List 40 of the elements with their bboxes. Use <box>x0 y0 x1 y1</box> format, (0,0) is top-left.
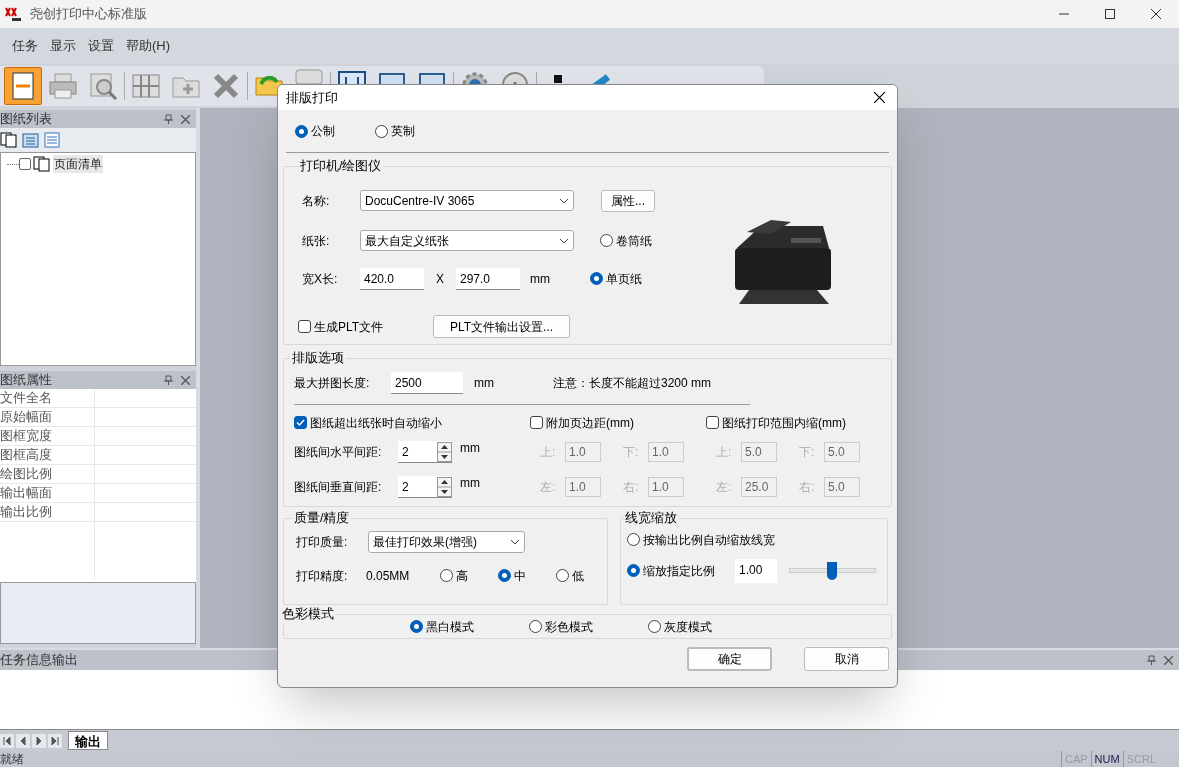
property-name: 图框高度 <box>0 446 95 464</box>
field-label: 左: <box>540 479 557 497</box>
field-label: 下: <box>623 444 640 462</box>
unit-label: mm <box>460 475 480 493</box>
unit-label: mm <box>460 440 480 458</box>
property-name: 输出幅面 <box>0 484 95 502</box>
status-text: 就绪 <box>0 751 24 767</box>
group-title: 质量/精度 <box>293 510 351 527</box>
field-label: 下: <box>799 444 816 462</box>
field-label: 图纸间垂直间距: <box>294 479 383 497</box>
property-name: 输出比例 <box>0 503 95 521</box>
note-text: 注意：长度不能超过3200 mm <box>553 374 712 392</box>
unit-label: mm <box>474 374 495 392</box>
field-label: 最大拼图长度: <box>294 374 371 392</box>
window-title: 尧创打印中心标准版 <box>30 5 147 24</box>
field-label: 名称: <box>302 192 331 210</box>
group-title: 线宽缩放 <box>624 510 678 527</box>
property-name: 文件全名 <box>0 389 95 407</box>
unit-label: mm <box>530 270 551 288</box>
field-label: 打印质量: <box>296 533 349 551</box>
precision-value: 0.05MM <box>366 567 411 585</box>
group-title: 打印机/绘图仪 <box>299 158 383 175</box>
field-label: 左: <box>716 479 733 497</box>
dialog-title: 排版打印 <box>286 88 338 107</box>
group-title: 色彩模式 <box>281 606 335 623</box>
panel-title: 图纸列表 <box>0 110 52 129</box>
field-label: 宽X长: <box>302 270 339 288</box>
panel-title: 图纸属性 <box>0 371 52 390</box>
times-sign: X <box>435 270 445 288</box>
field-label: 图纸间水平间距: <box>294 444 383 462</box>
field-label: 右: <box>623 479 640 497</box>
group-title: 排版选项 <box>291 350 345 367</box>
property-name: 图框宽度 <box>0 427 95 445</box>
field-label: 纸张: <box>302 232 331 250</box>
field-label: 打印精度: <box>296 567 349 585</box>
panel-title: 任务信息输出 <box>0 651 78 670</box>
property-name: 绘图比例 <box>0 465 95 483</box>
status-indicator: NUM <box>1090 751 1123 767</box>
property-name: 原始幅面 <box>0 408 95 426</box>
field-label: 右: <box>799 479 816 497</box>
